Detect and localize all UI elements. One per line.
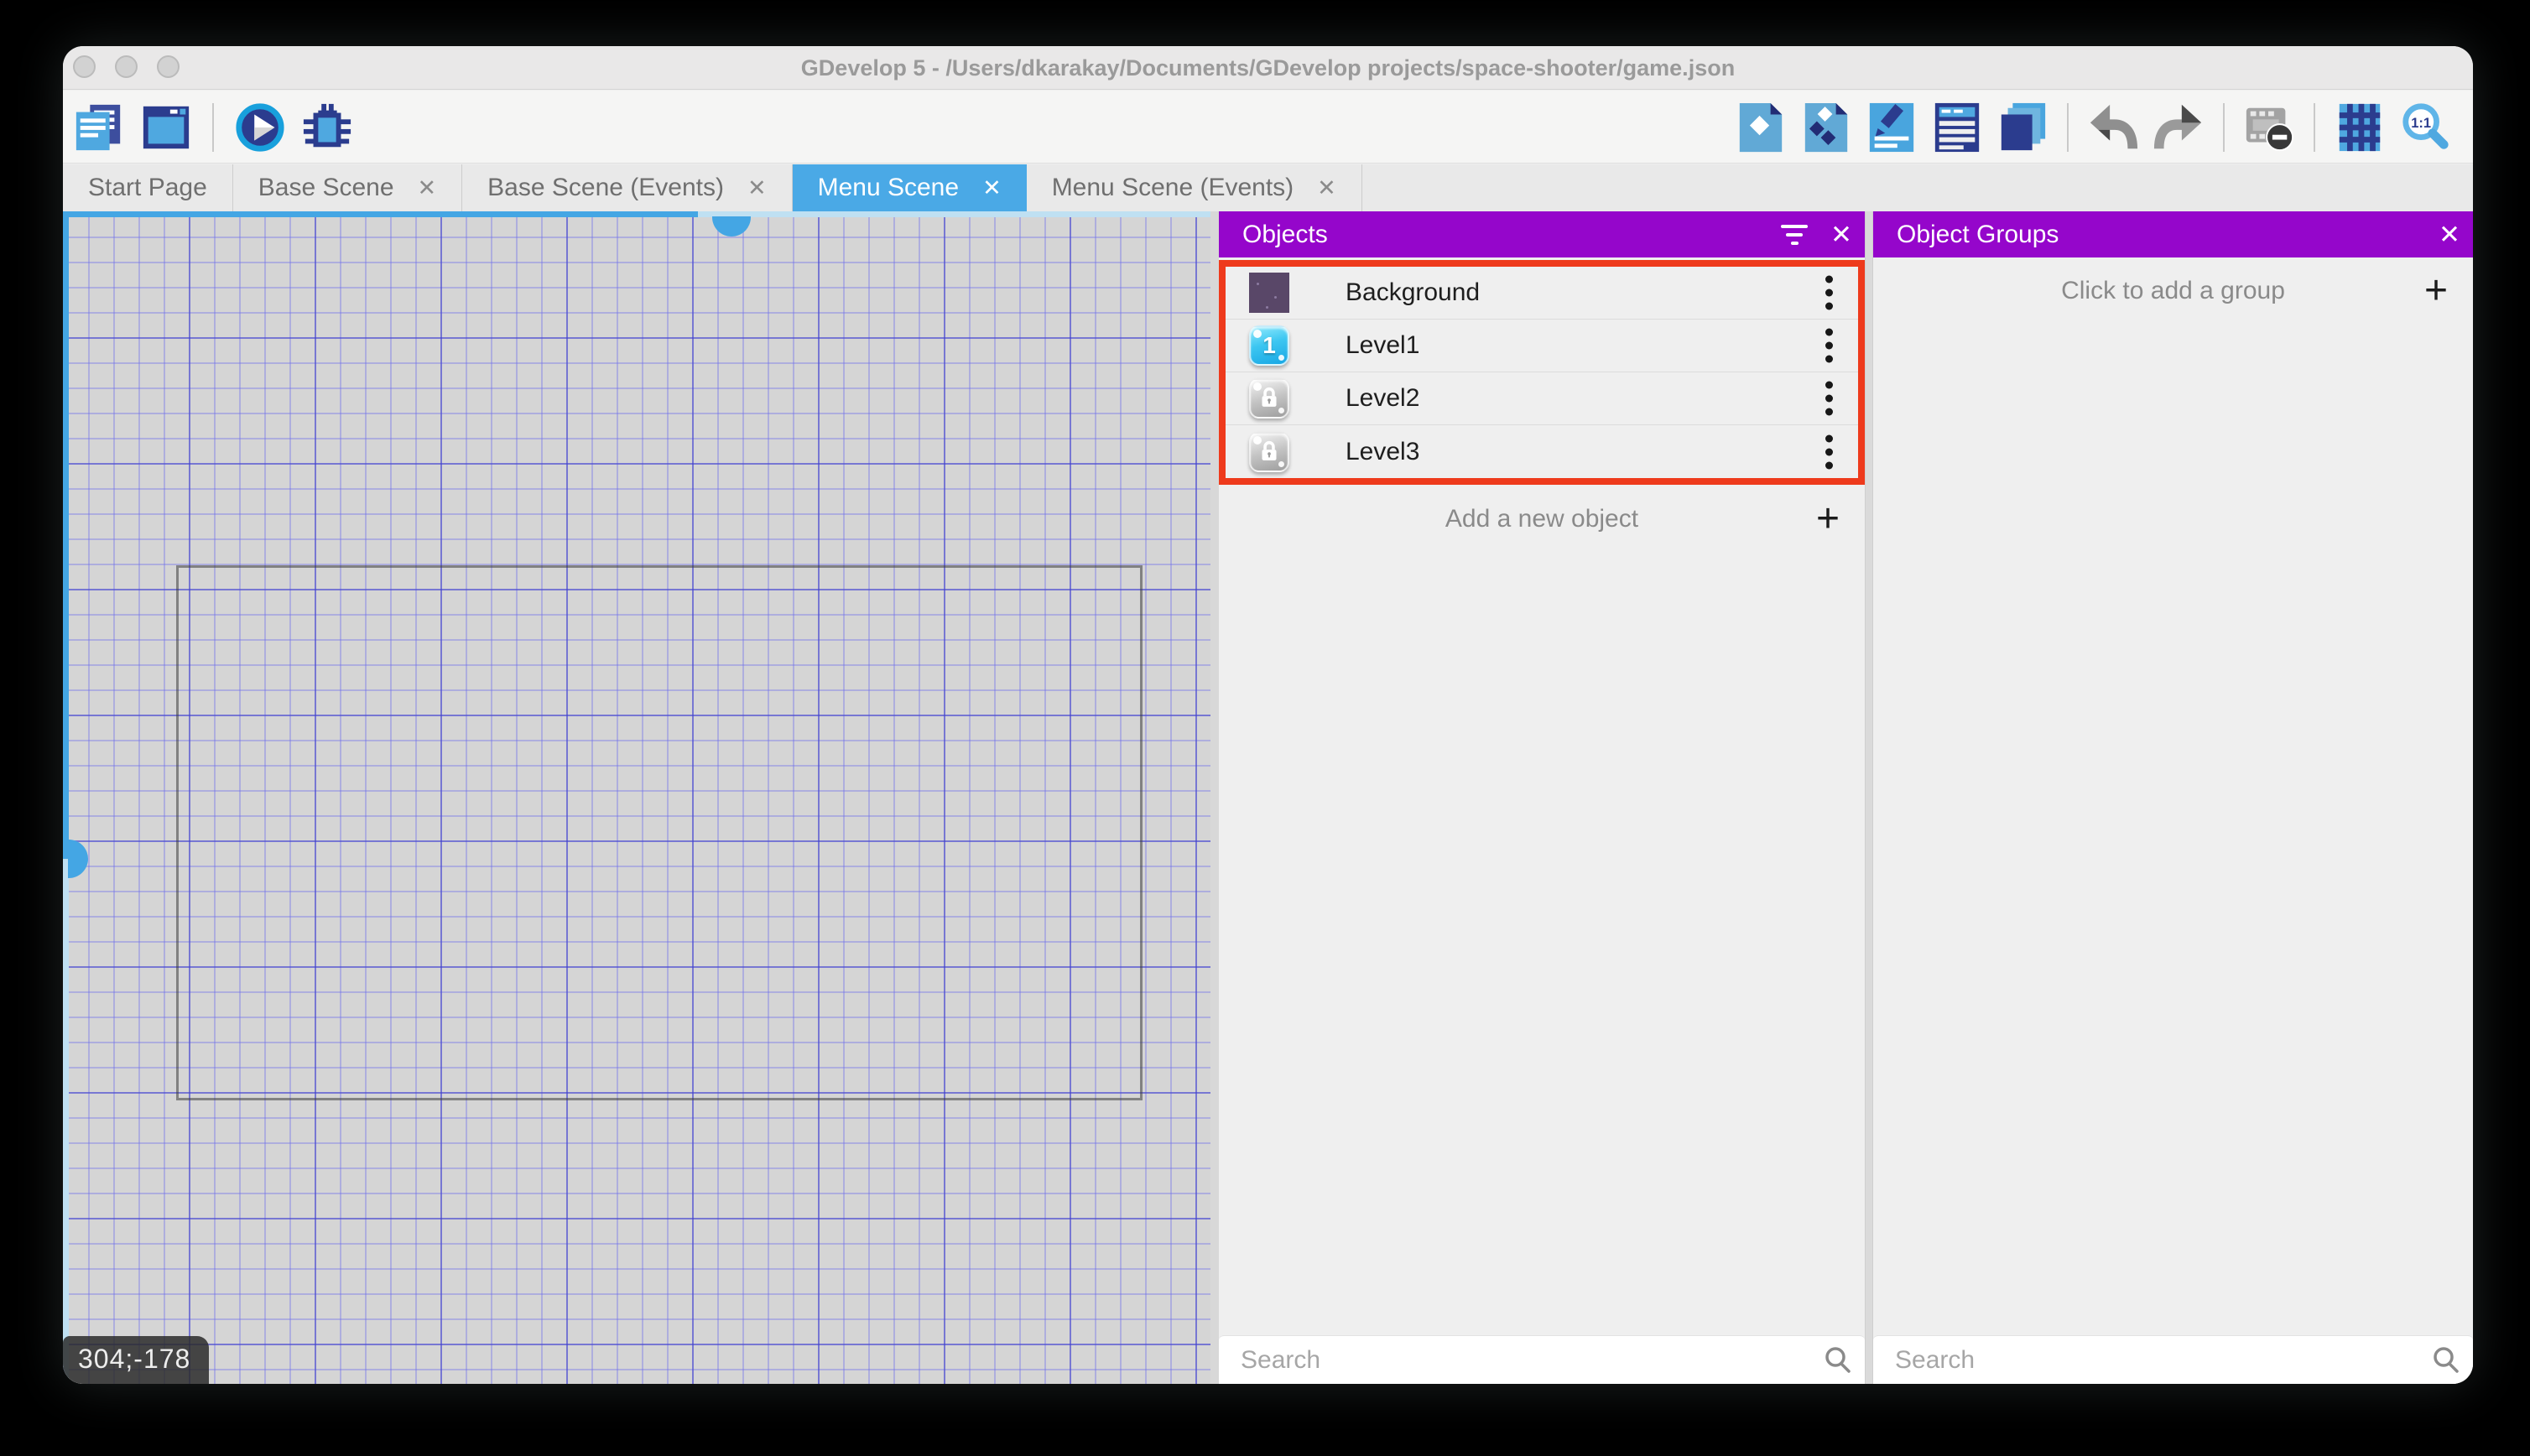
background-sprite-thumbnail <box>1249 273 1289 313</box>
objects-panel-title: Objects <box>1242 220 1328 248</box>
locked-button-thumbnail <box>1249 378 1289 419</box>
object-row-level1[interactable]: 1 Level1 <box>1226 320 1858 372</box>
debug-bug-icon[interactable] <box>301 101 353 153</box>
layers-panel-icon[interactable] <box>1931 101 1983 153</box>
tab-label: Menu Scene (Events) <box>1051 174 1294 201</box>
toolbar-divider <box>2314 103 2315 152</box>
scene-window-icon[interactable] <box>140 101 192 153</box>
tab-close-icon[interactable]: ✕ <box>982 176 1002 200</box>
toggle-mask-icon[interactable] <box>2243 101 2295 153</box>
tab-label: Menu Scene <box>817 174 960 201</box>
objects-panel-icon[interactable] <box>1735 101 1787 153</box>
tab-menu-scene-events[interactable]: Menu Scene (Events) ✕ <box>1027 164 1362 211</box>
groups-search-bar <box>1873 1335 2473 1384</box>
svg-text:1:1: 1:1 <box>2411 116 2431 131</box>
tab-start-page[interactable]: Start Page <box>63 164 233 211</box>
desktop-background: GDevelop 5 - /Users/dkarakay/Documents/G… <box>0 0 2530 1456</box>
scene-grid[interactable] <box>63 211 1210 1384</box>
locked-button-thumbnail <box>1249 431 1289 472</box>
horizontal-scrollbar-track[interactable] <box>63 211 1210 217</box>
object-row-level2[interactable]: Level2 <box>1226 372 1858 425</box>
tab-label: Base Scene <box>258 174 394 201</box>
close-icon[interactable]: ✕ <box>2426 211 2473 257</box>
object-name: Level1 <box>1346 331 1420 359</box>
add-group-label: Click to add a group <box>2061 277 2285 304</box>
tab-label: Start Page <box>88 174 207 201</box>
scene-window-frame <box>176 565 1143 1100</box>
object-menu-icon[interactable] <box>1825 434 1833 469</box>
play-icon[interactable] <box>234 101 286 153</box>
editor-content: 304;-178 Objects ✕ Background 1 Level1 L… <box>63 211 2473 1384</box>
zoom-1-1-icon[interactable]: 1:1 <box>2399 101 2451 153</box>
object-menu-icon[interactable] <box>1825 328 1833 363</box>
instances-panel-icon[interactable] <box>1800 101 1852 153</box>
horizontal-scrollbar-fill[interactable] <box>63 211 698 217</box>
editor-tab-bar: Start Page Base Scene ✕ Base Scene (Even… <box>63 164 2473 211</box>
add-object-button[interactable]: Add a new object + <box>1219 491 1865 547</box>
tab-base-scene[interactable]: Base Scene ✕ <box>233 164 463 211</box>
project-manager-icon[interactable] <box>73 101 125 153</box>
object-groups-panel-header: Object Groups ✕ <box>1873 211 2473 257</box>
panel-divider[interactable] <box>1865 211 1873 1384</box>
object-menu-icon[interactable] <box>1825 381 1833 416</box>
search-icon[interactable] <box>2419 1336 2473 1385</box>
toggle-grid-icon[interactable] <box>2334 101 2386 153</box>
objects-panel: Objects ✕ Background 1 Level1 Level2 Lev… <box>1219 211 1865 1384</box>
object-name: Background <box>1346 278 1481 306</box>
plus-icon[interactable]: + <box>1816 499 1840 539</box>
toolbar-divider <box>2223 103 2225 152</box>
tab-close-icon[interactable]: ✕ <box>418 176 437 200</box>
cursor-coordinates-badge: 304;-178 <box>63 1336 210 1384</box>
plus-icon[interactable]: + <box>2424 271 2448 311</box>
tab-menu-scene[interactable]: Menu Scene ✕ <box>792 164 1027 211</box>
object-menu-icon[interactable] <box>1825 275 1833 310</box>
object-name: Level2 <box>1346 384 1420 412</box>
properties-panel-icon[interactable] <box>1866 101 1918 153</box>
object-row-background[interactable]: Background <box>1226 267 1858 320</box>
level1-badge: 1 <box>1262 332 1276 358</box>
object-row-level3[interactable]: Level3 <box>1226 425 1858 478</box>
window-title: GDevelop 5 - /Users/dkarakay/Documents/G… <box>800 55 1736 81</box>
object-groups-panel-title: Object Groups <box>1897 220 2059 248</box>
instances-list-icon[interactable] <box>1996 101 2048 153</box>
tab-base-scene-events[interactable]: Base Scene (Events) ✕ <box>462 164 793 211</box>
undo-icon[interactable] <box>2087 101 2139 153</box>
main-toolbar: 1:1 <box>63 91 2473 164</box>
add-object-label: Add a new object <box>1445 505 1639 533</box>
level1-button-thumbnail: 1 <box>1249 325 1289 366</box>
vertical-scrollbar-fill[interactable] <box>63 211 69 859</box>
tab-close-icon[interactable]: ✕ <box>747 176 767 200</box>
filter-icon[interactable] <box>1771 211 1818 257</box>
objects-search-input[interactable] <box>1219 1345 1811 1375</box>
object-groups-panel: Object Groups ✕ Click to add a group + <box>1873 211 2473 1384</box>
tab-label: Base Scene (Events) <box>487 174 724 201</box>
redo-icon[interactable] <box>2153 101 2205 153</box>
toolbar-divider <box>212 103 214 152</box>
vertical-scrollbar-track[interactable] <box>63 211 69 1384</box>
highlight-box: Background 1 Level1 Level2 Level3 <box>1219 260 1865 485</box>
groups-search-input[interactable] <box>1873 1345 2419 1375</box>
search-icon[interactable] <box>1811 1336 1865 1385</box>
add-group-button[interactable]: Click to add a group + <box>1873 262 2473 320</box>
title-bar: GDevelop 5 - /Users/dkarakay/Documents/G… <box>63 46 2473 90</box>
toolbar-divider <box>2067 103 2069 152</box>
close-icon[interactable]: ✕ <box>1818 211 1865 257</box>
gdevelop-window: GDevelop 5 - /Users/dkarakay/Documents/G… <box>63 46 2473 1384</box>
objects-panel-header: Objects ✕ <box>1219 211 1865 257</box>
tab-close-icon[interactable]: ✕ <box>1317 176 1336 200</box>
object-name: Level3 <box>1346 437 1420 465</box>
objects-search-bar <box>1219 1335 1865 1384</box>
scene-canvas[interactable]: 304;-178 <box>63 211 1219 1384</box>
